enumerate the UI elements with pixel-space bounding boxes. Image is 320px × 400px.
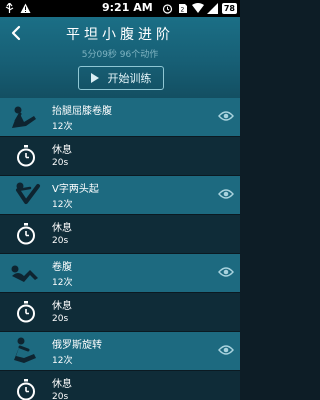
play-icon (90, 73, 99, 83)
exercise-name: 卷腹 (52, 262, 72, 273)
rest-label: 休息 (52, 145, 72, 156)
wifi-icon (191, 2, 204, 14)
sim-icon: 2 (177, 2, 189, 14)
rest-row: 休息 20s (0, 293, 240, 331)
status-bar: 9:21 AM 2 78 (0, 0, 240, 17)
system-icons: 2 78 (162, 2, 237, 14)
screen: 9:21 AM 2 78 平坦小腹进阶 5分09秒 96个动作 开始训练 抬腿屈… (0, 0, 240, 400)
situp-icon (4, 101, 48, 133)
rest-row: 休息 20s (0, 371, 240, 400)
notification-icons (3, 2, 31, 14)
exercise-reps: 12次 (52, 200, 73, 210)
eye-icon[interactable] (218, 266, 234, 278)
workout-summary: 5分09秒 96个动作 (81, 50, 159, 60)
rest-duration: 20s (52, 158, 69, 168)
exercise-name: 俄罗斯旋转 (52, 340, 102, 351)
v-up-icon (4, 179, 48, 211)
stopwatch-icon (4, 218, 48, 250)
exercise-reps: 12次 (52, 278, 73, 288)
status-time: 9:21 AM (102, 1, 153, 14)
rest-label: 休息 (52, 223, 72, 234)
exercise-name: 抬腿屈膝卷腹 (52, 106, 112, 117)
stopwatch-icon (4, 374, 48, 400)
exercise-reps: 12次 (52, 356, 73, 366)
crunch-icon (4, 257, 48, 289)
start-workout-label: 开始训练 (107, 72, 152, 85)
exercise-row[interactable]: 卷腹 12次 (0, 254, 240, 292)
rest-row: 休息 20s (0, 215, 240, 253)
start-workout-button[interactable]: 开始训练 (78, 66, 164, 90)
signal-icon (207, 2, 219, 14)
eye-icon[interactable] (218, 110, 234, 122)
warning-icon (19, 2, 31, 14)
alarm-icon (162, 2, 174, 14)
rest-duration: 20s (52, 392, 69, 400)
exercise-list: 抬腿屈膝卷腹 12次 休息 20s V字两头起 12次 休息 20s 卷腹 12… (0, 98, 240, 400)
exercise-row[interactable]: 抬腿屈膝卷腹 12次 (0, 98, 240, 136)
stopwatch-icon (4, 296, 48, 328)
usb-icon (3, 2, 15, 14)
svg-text:2: 2 (180, 6, 184, 13)
workout-header: 平坦小腹进阶 5分09秒 96个动作 开始训练 (0, 17, 240, 98)
stopwatch-icon (4, 140, 48, 172)
eye-icon[interactable] (218, 188, 234, 200)
exercise-name: V字两头起 (52, 184, 99, 195)
exercise-row[interactable]: V字两头起 12次 (0, 176, 240, 214)
page-title: 平坦小腹进阶 (66, 27, 174, 43)
eye-icon[interactable] (218, 344, 234, 356)
rest-label: 休息 (52, 379, 72, 390)
rest-duration: 20s (52, 314, 69, 324)
rest-label: 休息 (52, 301, 72, 312)
exercise-row[interactable]: 俄罗斯旋转 12次 (0, 332, 240, 370)
exercise-reps: 12次 (52, 122, 73, 132)
battery-level: 78 (221, 2, 237, 14)
russian-twist-icon (4, 335, 48, 367)
rest-row: 休息 20s (0, 137, 240, 175)
rest-duration: 20s (52, 236, 69, 246)
